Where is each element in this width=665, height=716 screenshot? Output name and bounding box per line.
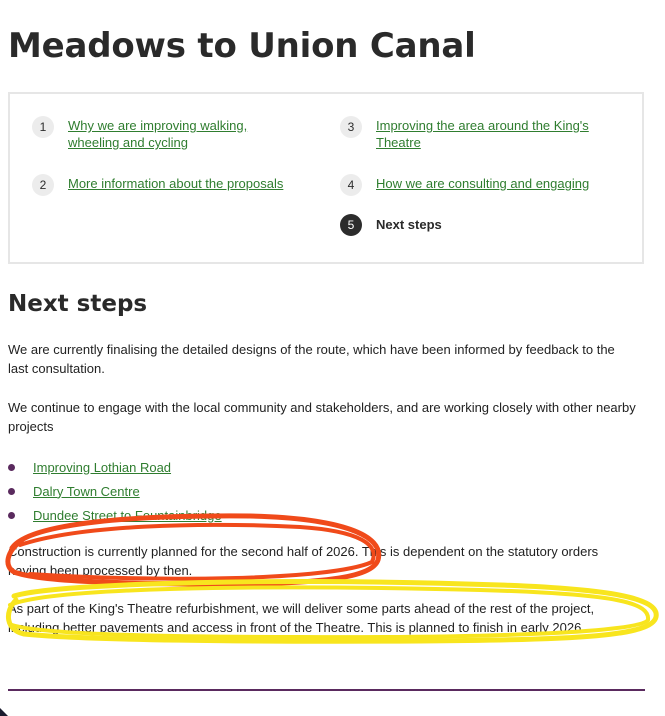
- toc-link-kings-theatre[interactable]: Improving the area around the King's The…: [376, 117, 610, 151]
- related-projects-list: Improving Lothian Road Dalry Town Centre…: [8, 455, 222, 527]
- toc-link-more-information[interactable]: More information about the proposals: [68, 175, 283, 192]
- toc-item-3[interactable]: 3 Improving the area around the King's T…: [340, 116, 610, 151]
- toc-item-2[interactable]: 2 More information about the proposals: [32, 174, 302, 196]
- paragraph-designs: We are currently finalising the detailed…: [8, 342, 615, 376]
- toc-item-4[interactable]: 4 How we are consulting and engaging: [340, 174, 620, 196]
- list-item: Improving Lothian Road: [8, 455, 222, 479]
- paragraph-kings-theatre: As part of the King's Theatre refurbishm…: [8, 601, 595, 635]
- list-item: Dalry Town Centre: [8, 479, 222, 503]
- section-divider: [8, 689, 645, 691]
- list-item: Dundee Street to Fountainbridge: [8, 503, 222, 527]
- toc-item-5-current: 5 Next steps: [340, 214, 610, 236]
- section-heading: Next steps: [8, 291, 148, 317]
- toc-current-label: Next steps: [376, 217, 442, 232]
- toc-link-why-improving[interactable]: Why we are improving walking, wheeling a…: [68, 117, 302, 151]
- toc-item-1[interactable]: 1 Why we are improving walking, wheeling…: [32, 116, 302, 151]
- link-dundee-street[interactable]: Dundee Street to Fountainbridge: [33, 508, 222, 523]
- step-number-badge: 2: [32, 174, 54, 196]
- page-title: Meadows to Union Canal: [8, 26, 476, 66]
- step-number-badge: 3: [340, 116, 362, 138]
- table-of-contents: 1 Why we are improving walking, wheeling…: [8, 92, 644, 264]
- bullet-icon: [8, 487, 15, 495]
- step-number-badge: 4: [340, 174, 362, 196]
- step-number-badge-active: 5: [340, 214, 362, 236]
- paragraph-engage: We continue to engage with the local com…: [8, 400, 636, 434]
- toc-link-consulting[interactable]: How we are consulting and engaging: [376, 175, 589, 192]
- link-improving-lothian-road[interactable]: Improving Lothian Road: [33, 460, 171, 475]
- step-number-badge: 1: [32, 116, 54, 138]
- bullet-icon: [8, 463, 15, 471]
- bullet-icon: [8, 511, 15, 519]
- paragraph-construction: Construction is currently planned for th…: [8, 544, 599, 578]
- corner-decoration: [0, 708, 8, 716]
- link-dalry-town-centre[interactable]: Dalry Town Centre: [33, 484, 140, 499]
